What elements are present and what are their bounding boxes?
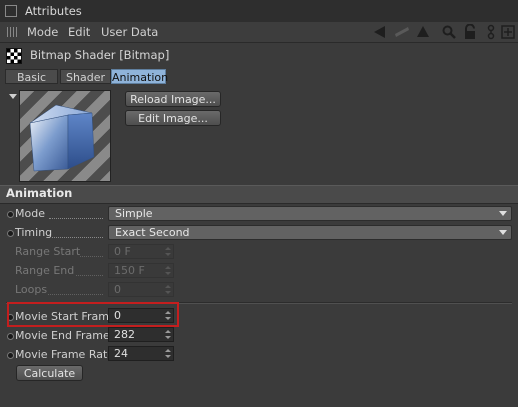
- menu-mode[interactable]: Mode: [27, 25, 58, 39]
- window-grip-icon[interactable]: [5, 5, 17, 17]
- forward-arrow-icon[interactable]: [394, 24, 410, 40]
- movie-end-frame-label: Movie End Frame: [15, 329, 110, 342]
- search-icon[interactable]: [441, 24, 457, 40]
- range-end-label: Range End: [15, 264, 75, 277]
- spinner-arrows-icon: [165, 247, 171, 256]
- timing-dropdown[interactable]: Exact Second: [108, 225, 512, 240]
- loops-label: Loops: [15, 283, 48, 296]
- range-start-field: 0 F: [108, 244, 174, 259]
- label-leader: [52, 236, 103, 238]
- movie-end-frame-value: 282: [114, 328, 135, 341]
- keyframe-dot-icon[interactable]: [7, 211, 14, 218]
- section-title: Animation: [6, 186, 73, 200]
- spinner-arrows-icon: [165, 266, 171, 275]
- red-highlight-box: [7, 302, 179, 327]
- section-header: [0, 185, 518, 204]
- loops-value: 0: [114, 283, 121, 296]
- mode-label: Mode: [15, 207, 45, 220]
- range-start-value: 0 F: [114, 245, 131, 258]
- node-icon[interactable]: [483, 24, 499, 40]
- range-end-field: 150 F: [108, 263, 174, 278]
- loops-field: 0: [108, 282, 174, 297]
- keyframe-dot-icon[interactable]: [7, 352, 14, 359]
- chevron-down-icon: [499, 230, 507, 235]
- tab-animation[interactable]: Animation: [111, 69, 168, 84]
- timing-label: Timing: [15, 226, 53, 239]
- add-panel-icon[interactable]: [500, 24, 516, 40]
- keyframe-dot-icon[interactable]: [7, 333, 14, 340]
- back-arrow-icon[interactable]: [372, 24, 388, 40]
- lock-icon[interactable]: [462, 24, 478, 40]
- spinner-arrows-icon[interactable]: [165, 330, 171, 339]
- mode-value: Simple: [115, 207, 153, 220]
- movie-frame-rate-value: 24: [114, 347, 128, 360]
- label-leader: [80, 255, 103, 257]
- label-leader: [49, 217, 103, 219]
- mode-dropdown[interactable]: Simple: [108, 206, 512, 221]
- range-end-value: 150 F: [114, 264, 145, 277]
- reload-image-button[interactable]: Reload Image...: [125, 91, 221, 107]
- shader-preview-image: [19, 90, 111, 182]
- menu-edit[interactable]: Edit: [68, 25, 90, 39]
- menu-grip-icon[interactable]: [7, 27, 19, 37]
- tab-basic[interactable]: Basic: [5, 69, 58, 84]
- window-title: Attributes: [25, 4, 82, 18]
- up-arrow-icon[interactable]: [415, 24, 431, 40]
- menu-user-data[interactable]: User Data: [101, 25, 158, 39]
- spinner-arrows-icon[interactable]: [165, 349, 171, 358]
- movie-frame-rate-label: Movie Frame Rate: [15, 348, 115, 361]
- range-start-label: Range Start: [15, 245, 81, 258]
- chevron-down-icon: [499, 211, 507, 216]
- movie-end-frame-field[interactable]: 282: [108, 327, 174, 342]
- label-leader: [76, 274, 103, 276]
- keyframe-dot-icon[interactable]: [7, 230, 14, 237]
- movie-frame-rate-field[interactable]: 24: [108, 346, 174, 361]
- object-title: Bitmap Shader [Bitmap]: [30, 48, 170, 62]
- calculate-button[interactable]: Calculate: [16, 365, 83, 381]
- cube-preview-icon: [29, 104, 95, 172]
- label-leader: [48, 293, 103, 295]
- timing-value: Exact Second: [115, 226, 190, 239]
- bitmap-shader-icon: [6, 48, 22, 64]
- collapse-arrow-icon[interactable]: [9, 94, 17, 99]
- spinner-arrows-icon: [165, 285, 171, 294]
- edit-image-button[interactable]: Edit Image...: [125, 110, 221, 126]
- tab-shader[interactable]: Shader: [60, 69, 111, 84]
